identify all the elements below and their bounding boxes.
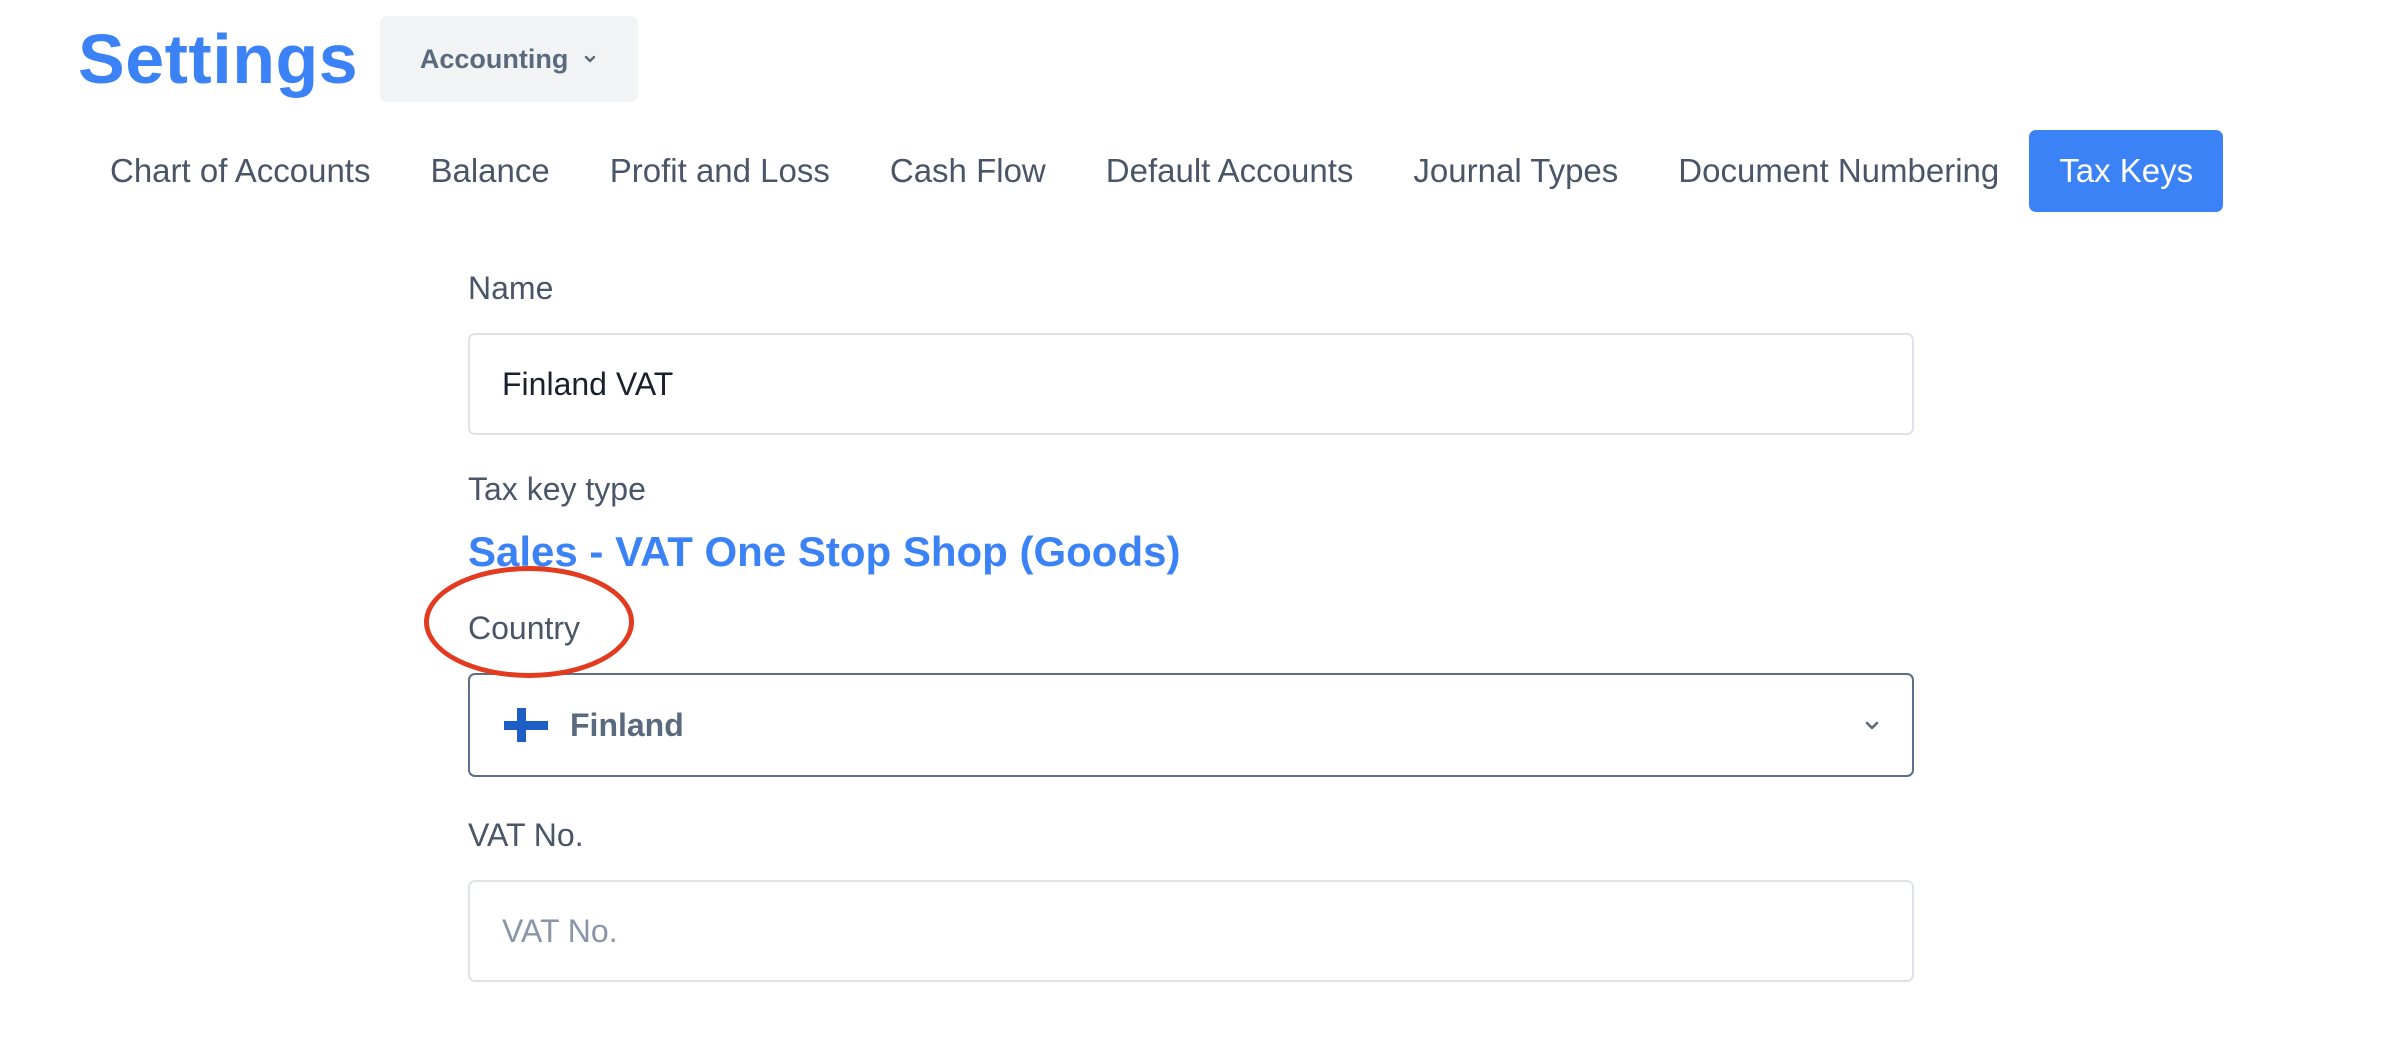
chevron-down-icon [1865,721,1879,730]
country-label-wrap: Country [424,566,634,678]
country-selected-value: Finland [570,706,684,743]
tax-key-type-value: Sales - VAT One Stop Shop (Goods) [468,528,1181,575]
tab-journal-types[interactable]: Journal Types [1383,130,1648,212]
vat-no-input[interactable] [468,880,1914,982]
section-dropdown-label: Accounting [419,43,569,74]
tab-tax-keys[interactable]: Tax Keys [2029,130,2224,212]
country-field-group: Country Finland [424,566,1914,777]
tax-key-type-label: Tax key type [468,471,646,507]
country-label: Country [468,610,581,646]
settings-page: Settings Accounting Chart of Accounts Ba… [0,0,2388,1040]
tax-key-type-group: Tax key type Sales - VAT One Stop Shop (… [468,471,1914,576]
country-select[interactable]: Finland [468,673,1914,777]
settings-tabs: Chart of Accounts Balance Profit and Los… [80,130,2224,212]
tab-document-numbering[interactable]: Document Numbering [1648,130,2029,212]
vat-no-label: VAT No. [468,817,584,853]
name-label: Name [468,270,554,306]
name-input[interactable] [468,333,1914,435]
tab-chart-of-accounts[interactable]: Chart of Accounts [80,130,400,212]
tax-key-form: Name Tax key type Sales - VAT One Stop S… [424,270,1914,982]
chevron-down-icon [585,55,596,63]
finland-flag-icon [504,708,548,742]
name-field-group: Name [468,270,1914,435]
page-title: Settings [78,20,359,98]
tab-default-accounts[interactable]: Default Accounts [1076,130,1384,212]
tab-balance[interactable]: Balance [400,130,579,212]
header: Settings Accounting [78,14,639,104]
tab-profit-and-loss[interactable]: Profit and Loss [580,130,860,212]
vat-no-field-group: VAT No. [468,817,1914,982]
section-dropdown[interactable]: Accounting [380,16,639,102]
tab-cash-flow[interactable]: Cash Flow [860,130,1076,212]
